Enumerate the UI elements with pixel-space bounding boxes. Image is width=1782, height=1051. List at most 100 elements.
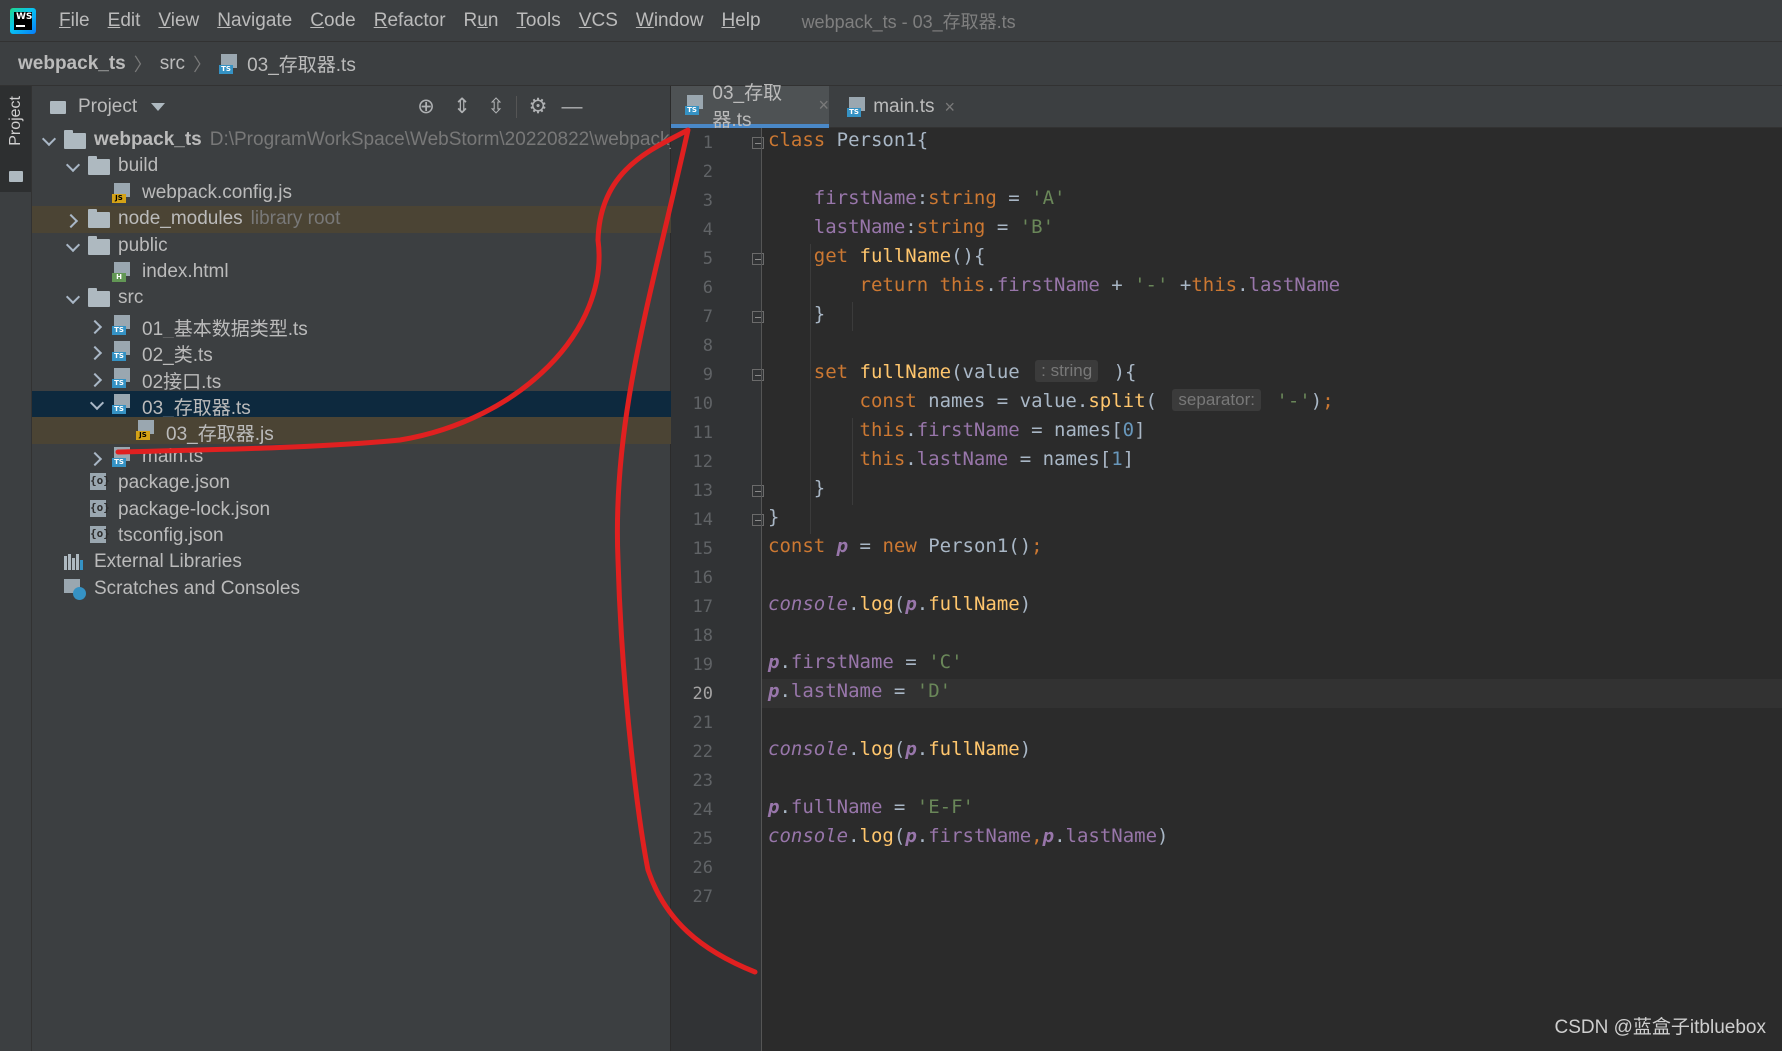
tree-item[interactable]: {o} package.json bbox=[32, 470, 671, 496]
tree-item[interactable]: public bbox=[32, 233, 671, 259]
menu-mnemonic: F bbox=[59, 9, 71, 31]
menu-vcs[interactable]: VCS bbox=[570, 0, 627, 42]
folder-icon bbox=[88, 288, 110, 308]
code-line: p.fullName = 'E-F' bbox=[768, 796, 974, 818]
webstorm-logo-icon[interactable]: WS bbox=[10, 7, 36, 34]
chevron-right-icon[interactable] bbox=[90, 372, 104, 386]
ts-file-icon: TS bbox=[685, 95, 704, 115]
menu-code[interactable]: Code bbox=[301, 0, 364, 42]
close-icon[interactable]: × bbox=[818, 95, 829, 116]
minimize-icon[interactable]: — bbox=[560, 95, 584, 119]
chevron-down-icon[interactable] bbox=[66, 238, 80, 252]
folder-icon bbox=[64, 130, 86, 149]
project-tool-tab-label: Project bbox=[7, 96, 24, 146]
tab-main-ts[interactable]: TS main.ts × bbox=[833, 86, 955, 128]
menu-label-part: dit bbox=[120, 9, 141, 31]
folder-icon bbox=[9, 171, 23, 182]
ts-file-icon: TS bbox=[112, 314, 134, 335]
tree-item-label: index.html bbox=[142, 261, 229, 283]
code-line: set fullName(value : string ){ bbox=[813, 360, 1137, 383]
collapse-all-icon[interactable]: ⇳ bbox=[484, 95, 508, 119]
locate-icon[interactable]: ⊕ bbox=[414, 95, 438, 119]
expand-all-icon[interactable]: ⇕ bbox=[450, 95, 474, 119]
code-line: console.log(p.fullName) bbox=[768, 738, 1032, 760]
gear-icon[interactable]: ⚙ bbox=[526, 95, 550, 119]
tree-item[interactable]: TS 02_类.ts bbox=[32, 338, 671, 365]
tree-item-name: webpack.config.js bbox=[142, 181, 292, 203]
menu-mnemonic: C bbox=[310, 9, 324, 31]
code-line: const p = new Person1(); bbox=[768, 535, 1043, 557]
ts-file-icon: TS bbox=[112, 394, 134, 414]
menu-label-part: avigate bbox=[230, 9, 293, 31]
tree-item-name: main.ts bbox=[142, 445, 204, 467]
menu-navigate[interactable]: Navigate bbox=[208, 0, 301, 42]
code-line: } bbox=[768, 506, 780, 528]
breadcrumb-src[interactable]: src bbox=[160, 53, 185, 75]
close-icon[interactable]: × bbox=[944, 97, 955, 118]
menu-file[interactable]: File bbox=[50, 0, 99, 42]
tree-item[interactable]: Hindex.html bbox=[32, 259, 671, 285]
chevron-down-icon[interactable] bbox=[42, 132, 56, 146]
menu-help[interactable]: Help bbox=[712, 0, 769, 42]
breadcrumb-file[interactable]: 03_存取器.ts bbox=[247, 50, 356, 77]
menu-label-part: iew bbox=[170, 9, 200, 31]
chevron-down-icon[interactable] bbox=[66, 158, 80, 172]
tree-item-label: package.json bbox=[118, 472, 230, 494]
tree-item[interactable]: TS 01_基本数据类型.ts bbox=[32, 312, 671, 338]
chevron-down-icon[interactable] bbox=[90, 396, 104, 410]
menu-label-part: ile bbox=[70, 9, 90, 31]
tree-item-label: 02接口.ts bbox=[142, 367, 221, 391]
chevron-right-icon[interactable] bbox=[90, 345, 104, 359]
tree-item[interactable]: src bbox=[32, 285, 671, 311]
chevron-right-icon[interactable] bbox=[90, 451, 104, 465]
tree-item[interactable]: Scratches and Consoles bbox=[32, 576, 671, 602]
tab-label: main.ts bbox=[873, 96, 935, 117]
tree-item[interactable]: JS 03_存取器.js bbox=[32, 417, 671, 444]
tree-item-name: 03_存取器.js bbox=[166, 424, 274, 444]
project-tool-tab[interactable]: Project bbox=[0, 86, 31, 192]
project-view-selector[interactable]: Project bbox=[78, 96, 137, 118]
menu-tools[interactable]: Tools bbox=[507, 0, 569, 42]
chevron-right-icon[interactable] bbox=[90, 319, 104, 333]
menu-run[interactable]: Run bbox=[455, 0, 508, 42]
menu-mnemonic: E bbox=[107, 9, 121, 31]
tree-item-name: 03_存取器.ts bbox=[142, 398, 251, 418]
editor-area: TS 03_存取器.ts × TS main.ts × 1 2 3 4 5 6 7 8 9 10 1… bbox=[671, 83, 1782, 1051]
tree-item[interactable]: External Libraries bbox=[32, 549, 671, 575]
tree-item-name: package.json bbox=[118, 472, 230, 494]
menu-refactor[interactable]: Refactor bbox=[365, 0, 455, 42]
chevron-down-icon[interactable] bbox=[151, 103, 166, 111]
menu-window[interactable]: Window bbox=[627, 0, 713, 42]
chevron-right-icon[interactable] bbox=[66, 213, 80, 227]
menu-mnemonic: V bbox=[158, 9, 171, 31]
tree-item[interactable]: {o} package-lock.json bbox=[32, 497, 671, 523]
tree-item[interactable]: node_modules library root bbox=[32, 206, 671, 233]
code-line: const names = value.split( separator: '-… bbox=[859, 389, 1334, 412]
tree-item-path: D:\ProgramWorkSpace\WebStorm\20220822\we… bbox=[209, 129, 671, 150]
project-panel: Project ⊕ ⇕ ⇳ ⚙ — webpack_ts D:\ProgramWo… bbox=[32, 86, 671, 1051]
json-file-icon: {o} bbox=[88, 526, 110, 546]
tree-item-name: External Libraries bbox=[94, 551, 242, 573]
tab-03-accessor-ts[interactable]: TS 03_存取器.ts × bbox=[671, 83, 829, 131]
breadcrumb-project[interactable]: webpack_ts bbox=[18, 53, 126, 75]
tree-item-name: public bbox=[118, 234, 168, 256]
tab-label: 03_存取器.ts bbox=[712, 83, 783, 131]
tree-item[interactable]: TS 02接口.ts bbox=[32, 365, 671, 391]
menu-mnemonic: R bbox=[373, 9, 388, 31]
menu-view[interactable]: View bbox=[149, 0, 208, 42]
menu-mnemonic: N bbox=[217, 9, 231, 31]
code-editor[interactable]: class Person1{ firstName:string = 'A' la… bbox=[671, 128, 1782, 1051]
chevron-down-icon[interactable] bbox=[66, 290, 80, 304]
ts-file-icon: TS bbox=[219, 53, 241, 74]
tree-item-name: 01_基本数据类型.ts bbox=[142, 318, 308, 339]
tree-item[interactable]: {o} tsconfig.json bbox=[32, 523, 671, 549]
tree-item-label: External Libraries bbox=[94, 551, 242, 573]
tree-item[interactable]: build bbox=[32, 153, 671, 179]
tree-item[interactable]: JS webpack.config.js bbox=[32, 180, 671, 206]
menu-edit[interactable]: Edit bbox=[99, 0, 150, 42]
tree-item-label: 02_类.ts bbox=[142, 340, 213, 364]
tree-item[interactable]: TS 03_存取器.ts bbox=[32, 391, 671, 418]
tree-item[interactable]: webpack_ts D:\ProgramWorkSpace\WebStorm\2… bbox=[32, 127, 671, 153]
tree-item-label: 03_存取器.ts bbox=[142, 393, 251, 417]
tree-item[interactable]: TS main.ts bbox=[32, 444, 671, 470]
